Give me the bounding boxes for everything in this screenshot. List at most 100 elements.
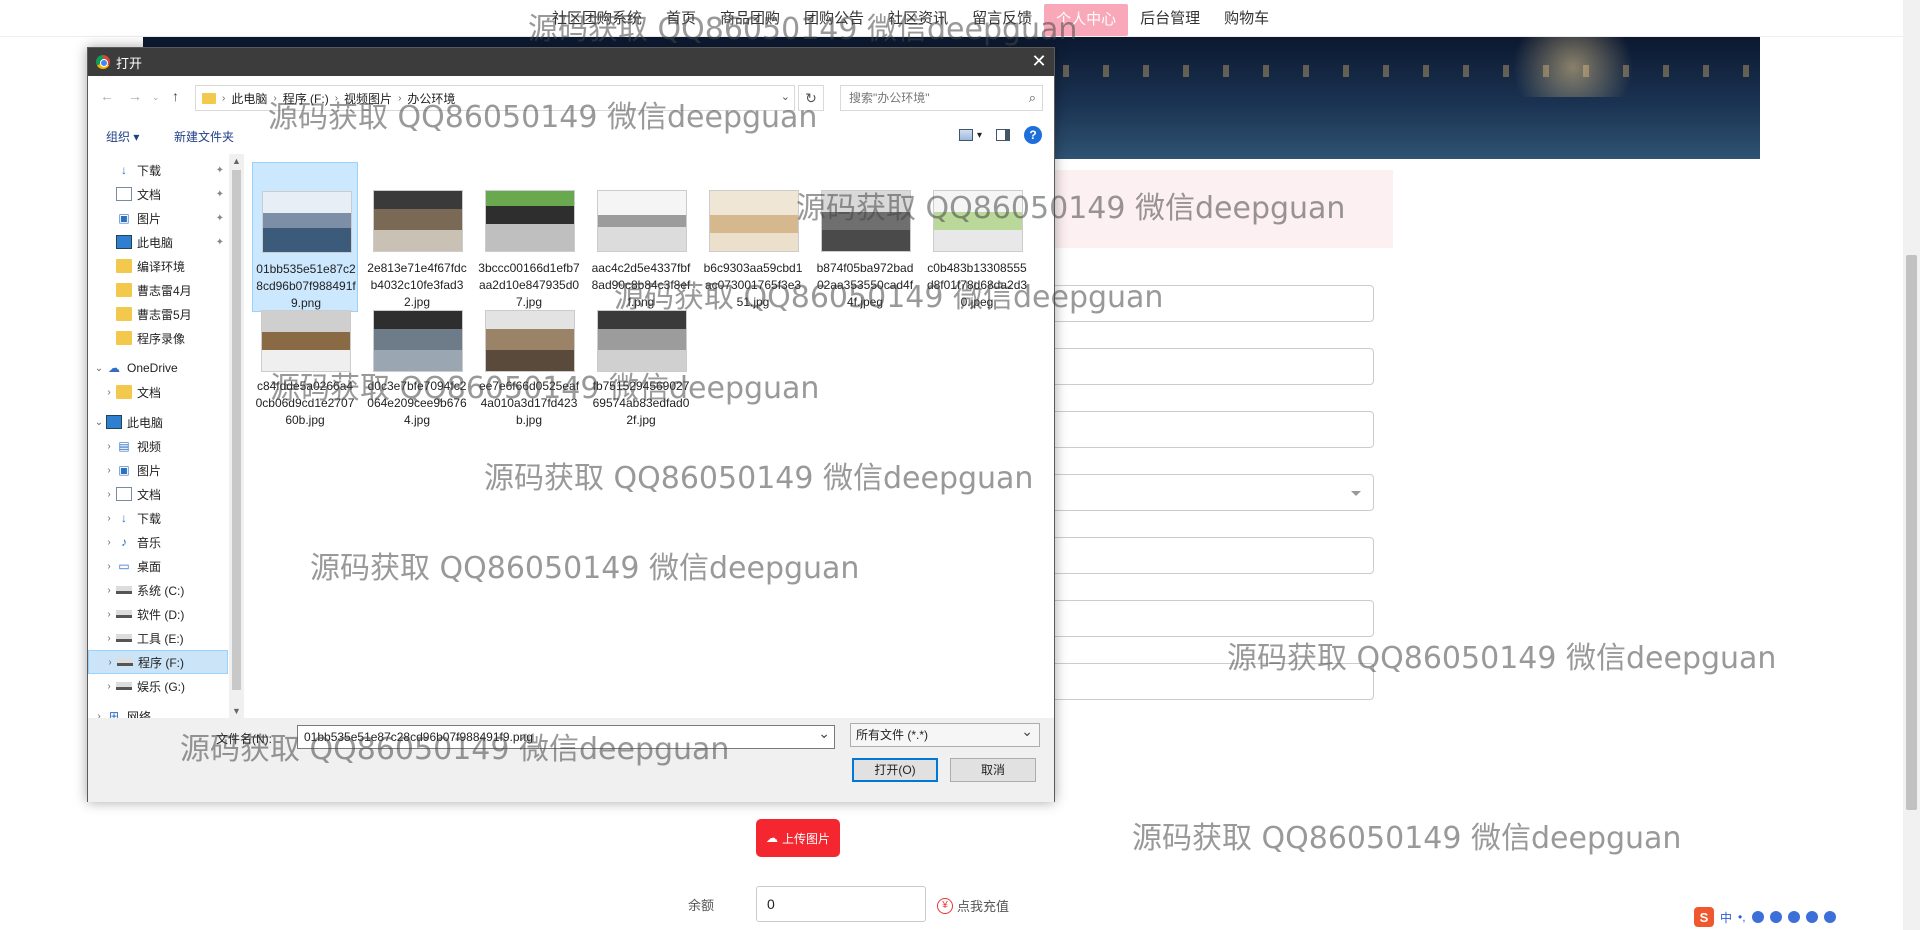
nav-item[interactable]: 文档 ✦ [88,182,228,206]
voice-icon[interactable] [1769,911,1782,923]
nav-item[interactable]: › ▤ 视频 [88,434,228,458]
nav-item[interactable]: 商品团购 [708,0,792,37]
chevron-right-icon[interactable]: › [335,93,338,104]
nav-item[interactable]: › ▣ 图片 [88,458,228,482]
profile-select-field[interactable] [1050,474,1374,511]
profile-field-5[interactable] [1050,537,1374,574]
nav-item[interactable]: 程序录像 [88,326,228,350]
expand-chevron-icon[interactable]: › [102,537,116,548]
nav-item[interactable]: 编译环境 [88,254,228,278]
help-icon[interactable]: ? [1024,126,1042,144]
nav-item[interactable]: › 娱乐 (G:) [88,674,228,698]
expand-chevron-icon[interactable]: › [102,561,116,572]
nav-item[interactable]: 曹志雷5月 [88,302,228,326]
scroll-up-icon[interactable]: ▲ [232,156,241,166]
cancel-button[interactable]: 取消 [950,758,1036,782]
expand-chevron-icon[interactable]: › [102,585,116,596]
file-item[interactable]: c84fdde5a0266a40cb06d9cd1e270760b.jpg [252,288,358,438]
recharge-link[interactable]: ¥ 点我充值 [937,896,1009,915]
search-input[interactable]: 搜索"办公环境" ⌕ [840,85,1043,111]
nav-item[interactable]: › ↓ 下载 [88,506,228,530]
file-item[interactable]: b874f05ba972bad02aa353550cad4f4f.jpeg [812,162,918,312]
nav-item[interactable]: › 工具 (E:) [88,626,228,650]
organize-menu[interactable]: 组织 ▾ [106,128,139,145]
address-bar[interactable]: › 此电脑 › 程序 (F:) › 视频图片 › 办公环境 ⌄ [195,85,795,111]
expand-chevron-icon[interactable]: › [103,657,117,668]
expand-chevron-icon[interactable]: › [102,633,116,644]
nav-item[interactable]: 个人中心 [1044,3,1129,36]
expand-chevron-icon[interactable]: › [102,465,116,476]
nav-item[interactable]: ⌄ ☁ OneDrive [88,356,228,380]
upload-image-button[interactable]: ☁ 上传图片 [756,819,840,857]
expand-chevron-icon[interactable]: › [102,513,116,524]
sogou-ime-icon[interactable]: S [1694,907,1714,927]
nav-item[interactable]: 此电脑 ✦ [88,230,228,254]
close-icon[interactable]: ✕ [1024,48,1054,76]
nav-item[interactable]: › 程序 (F:) [88,650,228,674]
expand-chevron-icon[interactable]: › [102,489,116,500]
scroll-down-icon[interactable]: ▼ [232,706,241,716]
expand-chevron-icon[interactable]: › [102,441,116,452]
file-type-select[interactable]: 所有文件 (*.*) [850,720,1040,747]
nav-pane-scrollbar[interactable]: ▲ ▼ [229,154,244,718]
breadcrumb-segment[interactable]: 办公环境 [407,90,455,107]
file-item[interactable]: c0b483b13308555d8f01f78d68da2d30.jpeg [924,162,1030,312]
nav-item[interactable]: 购物车 [1212,0,1281,37]
expand-chevron-icon[interactable]: ⌄ [92,417,106,428]
breadcrumb-segment[interactable]: 视频图片 [344,90,392,107]
file-name-input[interactable]: 01bb535e51e87c28cd96b07f988491f9.png [297,722,835,749]
breadcrumb-segment[interactable]: 此电脑 [231,90,267,107]
keyboard-icon[interactable] [1787,911,1800,923]
nav-item[interactable]: 团购公告 [792,0,876,37]
nav-item[interactable]: › 文档 [88,482,228,506]
recent-locations-icon[interactable]: ⌄ [152,92,160,103]
nav-item[interactable]: 首页 [654,0,708,37]
nav-item[interactable]: ↓ 下载 ✦ [88,158,228,182]
dialog-titlebar[interactable]: 打开 ✕ [88,48,1054,76]
page-scrollbar-thumb[interactable] [1906,255,1917,810]
chevron-down-icon[interactable]: ⌄ [781,90,790,103]
profile-field-3[interactable] [1050,411,1374,448]
profile-field-2[interactable] [1050,348,1374,385]
chevron-right-icon[interactable]: › [273,93,276,104]
balance-input[interactable]: 0 [756,886,926,922]
refresh-icon[interactable]: ↻ [798,85,824,111]
new-folder-button[interactable]: 新建文件夹 [174,128,234,145]
nav-pane-scroll-thumb[interactable] [232,170,241,690]
expand-chevron-icon[interactable]: › [102,681,116,692]
back-arrow-icon[interactable]: ← [100,88,114,104]
nav-item[interactable]: 后台管理 [1128,0,1212,37]
punctuation-icon[interactable]: •, [1738,910,1746,924]
emoji-icon[interactable] [1751,911,1764,923]
expand-chevron-icon[interactable]: › [92,711,106,719]
nav-item[interactable]: 留言反馈 [960,0,1044,37]
up-arrow-icon[interactable]: ↑ [172,88,179,104]
file-item[interactable]: ee7e6f66d0525eaf4a010a3d17fd423b.jpg [476,288,582,438]
nav-item[interactable]: › 文档 [88,380,228,404]
nav-item[interactable]: › 软件 (D:) [88,602,228,626]
nav-item[interactable]: › ⊞ 网络 [88,704,228,718]
profile-field-1[interactable] [1050,285,1374,322]
nav-item[interactable]: 曹志雷4月 [88,278,228,302]
skin-icon[interactable] [1823,911,1836,923]
profile-field-6[interactable] [1050,600,1374,637]
expand-chevron-icon[interactable]: › [102,609,116,620]
breadcrumb-segment[interactable]: 程序 (F:) [283,90,329,107]
nav-item[interactable]: ⌄ 此电脑 [88,410,228,434]
profile-field-7[interactable] [1050,663,1374,700]
change-view-button[interactable]: ▾ [958,129,982,141]
nav-item[interactable]: 社区资讯 [876,0,960,37]
nav-item[interactable]: › ♪ 音乐 [88,530,228,554]
user-icon[interactable] [1805,911,1818,923]
file-item[interactable]: fb751529456902769574ab83edfad02f.jpg [588,288,694,438]
ime-toolbar[interactable]: S 中 •, [1694,906,1836,928]
nav-item[interactable]: ▣ 图片 ✦ [88,206,228,230]
preview-pane-icon[interactable] [996,129,1010,141]
file-item[interactable]: d0c3e7bfe7094fc2064e209cee9b6764.jpg [364,288,470,438]
forward-arrow-icon[interactable]: → [128,88,142,104]
file-item[interactable]: b6c9303aa59cbd1ac073001765f3e351.jpg [700,162,806,312]
nav-item[interactable]: › ▭ 桌面 [88,554,228,578]
open-button[interactable]: 打开(O) [852,758,938,782]
site-title[interactable]: 社区团购系统 [540,0,654,37]
nav-item[interactable]: › 系统 (C:) [88,578,228,602]
